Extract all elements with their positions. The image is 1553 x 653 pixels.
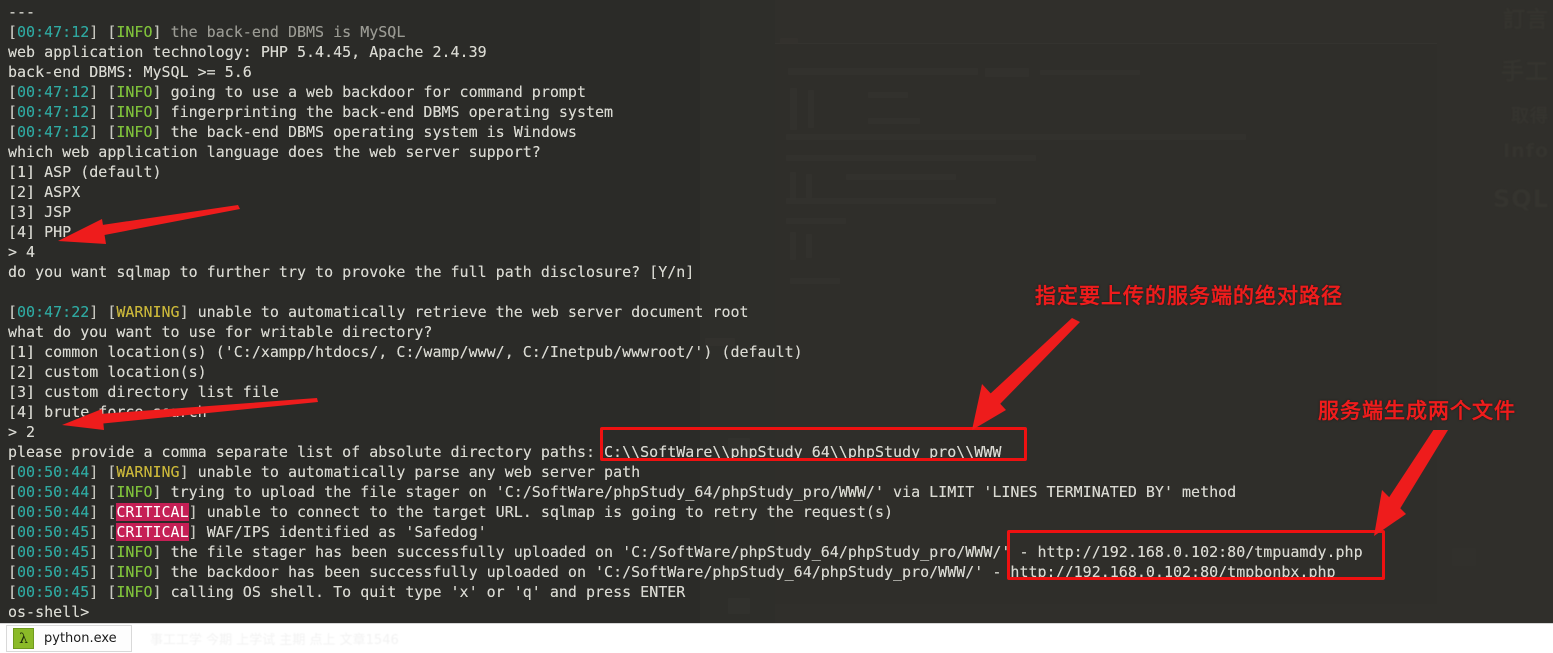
terminal-line: os-shell> — [8, 603, 90, 621]
terminal-line: [00:47:22] [WARNING] unable to automatic… — [8, 303, 749, 321]
terminal-line: [4] brute force search — [8, 403, 207, 421]
terminal-line: --- — [8, 3, 36, 21]
taskbar-ghost-text: 事工工学 今期 上学试 主期 点上 文章1546 — [150, 633, 399, 648]
terminal-line: which web application language does the … — [8, 143, 541, 161]
terminal-line: what do you want to use for writable dir… — [8, 323, 433, 341]
terminal-line: [00:50:44] [INFO] trying to upload the f… — [8, 483, 1237, 501]
terminal-line: > 4 — [8, 243, 36, 261]
terminal-line: back-end DBMS: MySQL >= 5.6 — [8, 63, 252, 81]
terminal-line: [00:47:12] [INFO] the back-end DBMS oper… — [8, 123, 577, 141]
terminal-line: [00:50:44] [CRITICAL] unable to connect … — [8, 503, 894, 521]
terminal-line: [00:47:12] [INFO] going to use a web bac… — [8, 83, 586, 101]
background-side-word: 取得 — [1511, 106, 1549, 127]
background-side-word: SQL — [1493, 185, 1549, 213]
terminal-line: [3] custom directory list file — [8, 383, 279, 401]
terminal-line: [1] ASP (default) — [8, 163, 162, 181]
terminal-line: [1] common location(s) ('C:/xampp/htdocs… — [8, 343, 803, 361]
terminal-line: [2] custom location(s) — [8, 363, 207, 381]
terminal-line: [00:47:12] [INFO] the back-end DBMS is M… — [8, 23, 406, 41]
taskbar-item-label: python.exe — [44, 631, 117, 646]
background-side-word: 手工 — [1501, 59, 1549, 85]
terminal-line: [4] PHP — [8, 223, 72, 241]
terminal-line: [2] ASPX — [8, 183, 81, 201]
terminal-output[interactable]: --- [00:47:12] [INFO] the back-end DBMS i… — [8, 2, 1363, 622]
taskbar-item-python[interactable]: λ python.exe — [6, 625, 132, 652]
terminal-line: [00:50:44] [WARNING] unable to automatic… — [8, 463, 641, 481]
terminal-line: [00:50:45] [INFO] the backdoor has been … — [8, 563, 1336, 581]
terminal-line: web application technology: PHP 5.4.45, … — [8, 43, 487, 61]
lambda-icon: λ — [13, 628, 34, 649]
terminal-line: [00:50:45] [INFO] calling OS shell. To q… — [8, 583, 686, 601]
terminal-line: [00:47:12] [INFO] fingerprinting the bac… — [8, 103, 614, 121]
background-side-word: 訂言 — [1502, 8, 1549, 33]
terminal-line: [3] JSP — [8, 203, 72, 221]
background-side-word: Info — [1503, 140, 1549, 162]
terminal-line: > 2 — [8, 423, 36, 441]
terminal-line: do you want sqlmap to further try to pro… — [8, 263, 695, 281]
terminal-line: [00:50:45] [INFO] the file stager has be… — [8, 543, 1363, 561]
taskbar: λ python.exe 事工工学 今期 上学试 主期 点上 文章1546 — [0, 623, 1553, 653]
ghost-line — [1452, 548, 1476, 566]
terminal-line: [00:50:45] [CRITICAL] WAF/IPS identified… — [8, 523, 487, 541]
terminal-window[interactable]: --- [00:47:12] [INFO] the back-end DBMS i… — [0, 0, 1363, 624]
terminal-line: please provide a comma separate list of … — [8, 443, 1002, 461]
